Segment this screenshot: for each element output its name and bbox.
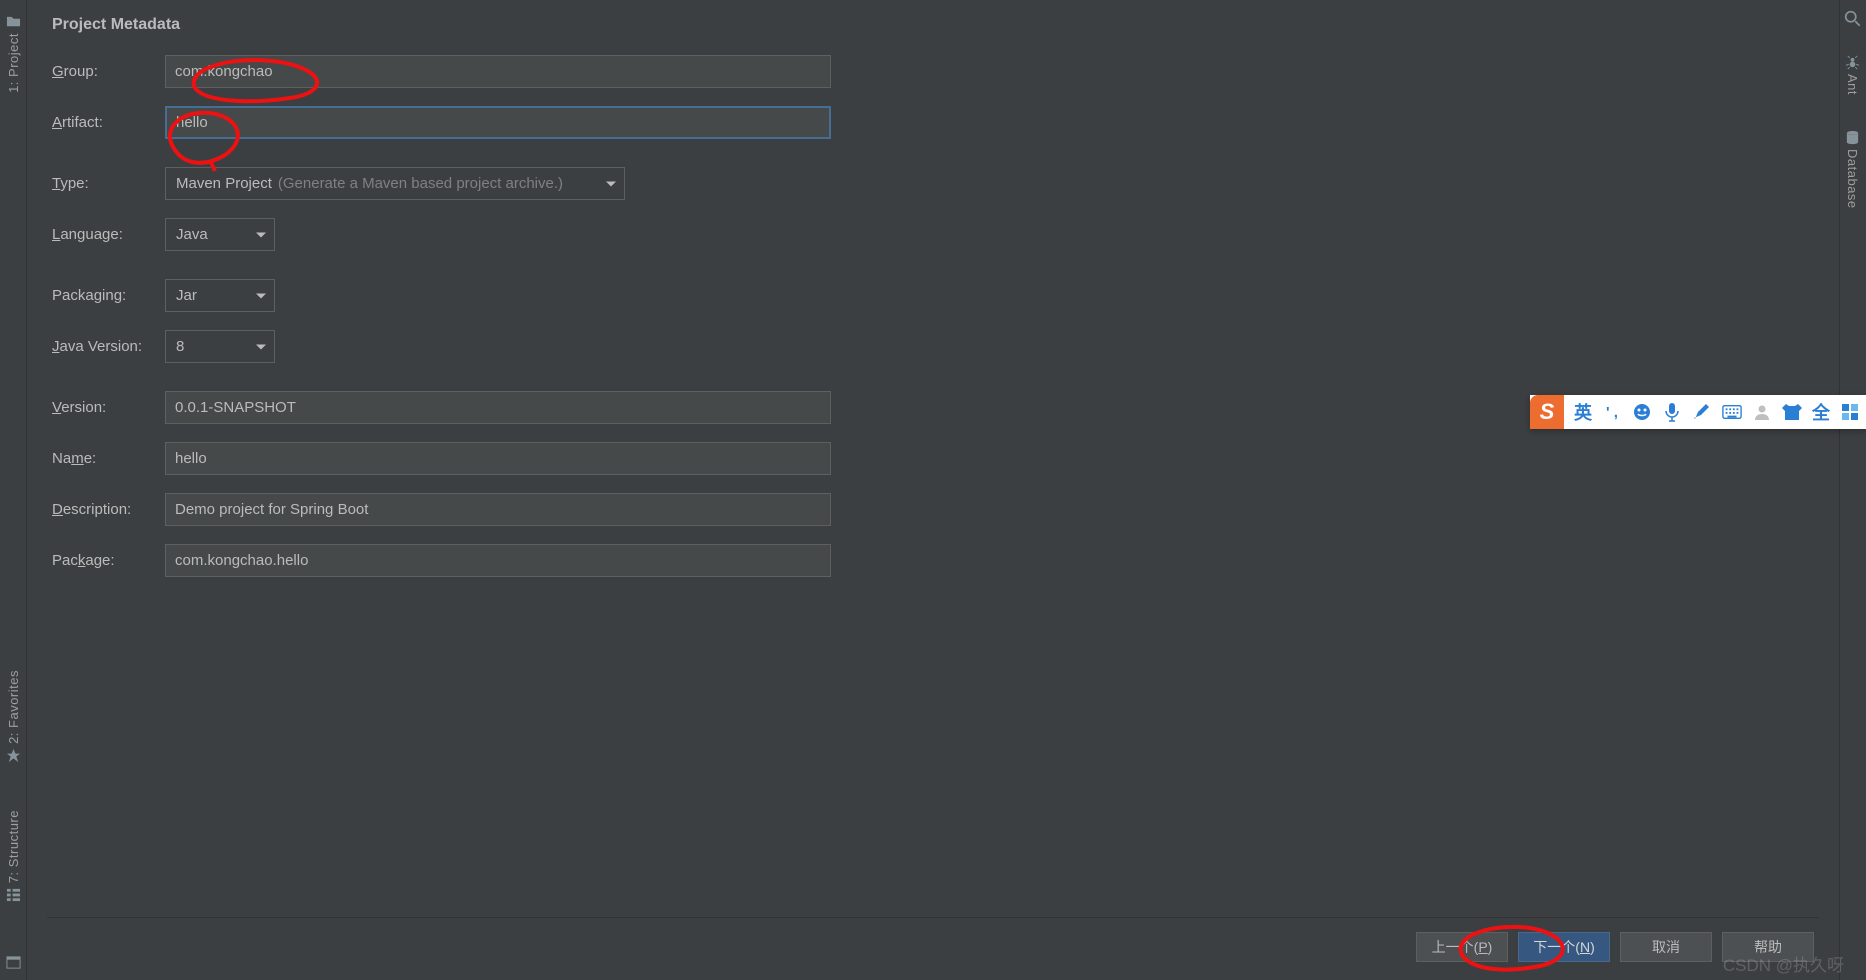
skin-icon[interactable] [1782, 402, 1802, 422]
database-tool[interactable]: Database [1839, 130, 1866, 209]
java-version-select[interactable]: 8 [165, 330, 275, 363]
name-input[interactable] [165, 442, 831, 475]
database-label: Database [1845, 149, 1860, 209]
type-select[interactable]: Maven Project (Generate a Maven based pr… [165, 167, 625, 200]
group-label: Group: [52, 63, 165, 80]
user-icon[interactable] [1752, 402, 1772, 422]
artifact-label: Artifact: [52, 114, 165, 131]
ime-toolbar[interactable]: S 英 ' , 全 [1530, 395, 1866, 429]
search-icon [1844, 10, 1862, 28]
packaging-label: Packaging: [52, 287, 165, 304]
java-version-label: Java Version: [52, 338, 165, 355]
language-value: Java [176, 226, 208, 243]
description-label: Description: [52, 501, 165, 518]
left-tool-strip: 1: Project 2: Favorites 7: Structure [0, 0, 27, 980]
brush-icon[interactable] [1692, 402, 1712, 422]
type-hint: (Generate a Maven based project archive.… [278, 175, 563, 192]
cancel-button[interactable]: 取消 [1620, 932, 1712, 962]
version-label: Version: [52, 399, 165, 416]
window-icon[interactable] [6, 955, 21, 970]
artifact-input[interactable] [165, 106, 831, 139]
language-select[interactable]: Java [165, 218, 275, 251]
favorites-label: 2: Favorites [6, 670, 21, 744]
chevron-down-icon [256, 232, 266, 237]
group-input[interactable] [165, 55, 831, 88]
version-input[interactable] [165, 391, 831, 424]
ant-label: Ant [1845, 74, 1860, 95]
star-icon [6, 748, 21, 763]
ant-tool[interactable]: Ant [1839, 55, 1866, 95]
project-label: 1: Project [6, 33, 21, 93]
structure-tool[interactable]: 7: Structure [0, 810, 27, 902]
mic-icon[interactable] [1662, 402, 1682, 422]
java-version-value: 8 [176, 338, 184, 355]
database-icon [1845, 130, 1860, 145]
package-label: Package: [52, 552, 165, 569]
chevron-down-icon [606, 181, 616, 186]
chevron-down-icon [256, 293, 266, 298]
package-input[interactable] [165, 544, 831, 577]
name-label: Name: [52, 450, 165, 467]
grid-icon[interactable] [1840, 402, 1860, 422]
emoji-icon[interactable] [1632, 402, 1652, 422]
next-button[interactable]: 下一个(N) [1518, 932, 1610, 962]
page-title: Project Metadata [52, 16, 180, 34]
type-label: Type: [52, 175, 165, 192]
right-tool-strip: Ant Database [1839, 0, 1866, 980]
chevron-down-icon [256, 344, 266, 349]
project-tool[interactable]: 1: Project [0, 14, 27, 93]
favorites-tool[interactable]: 2: Favorites [0, 670, 27, 763]
packaging-select[interactable]: Jar [165, 279, 275, 312]
metadata-form: Group: Artifact: Type: Maven Project (Ge… [52, 55, 1839, 595]
main-panel: Project Metadata Group: Artifact: Type: … [27, 0, 1839, 980]
type-value: Maven Project [176, 175, 272, 192]
structure-icon [6, 887, 21, 902]
ime-full[interactable]: 全 [1812, 399, 1830, 425]
search-tool[interactable] [1839, 10, 1866, 28]
language-label: Language: [52, 226, 165, 243]
punct-icon[interactable]: ' , [1602, 402, 1622, 422]
folder-icon [6, 14, 21, 29]
description-input[interactable] [165, 493, 831, 526]
keyboard-icon[interactable] [1722, 402, 1742, 422]
watermark: CSDN @执久呀 [1723, 951, 1844, 976]
packaging-value: Jar [176, 287, 197, 304]
ant-icon [1845, 55, 1860, 70]
sogou-logo-icon: S [1530, 395, 1564, 429]
previous-button[interactable]: 上一个(P) [1416, 932, 1508, 962]
divider [47, 917, 1819, 918]
structure-label: 7: Structure [6, 810, 21, 883]
ime-lang[interactable]: 英 [1574, 399, 1592, 425]
